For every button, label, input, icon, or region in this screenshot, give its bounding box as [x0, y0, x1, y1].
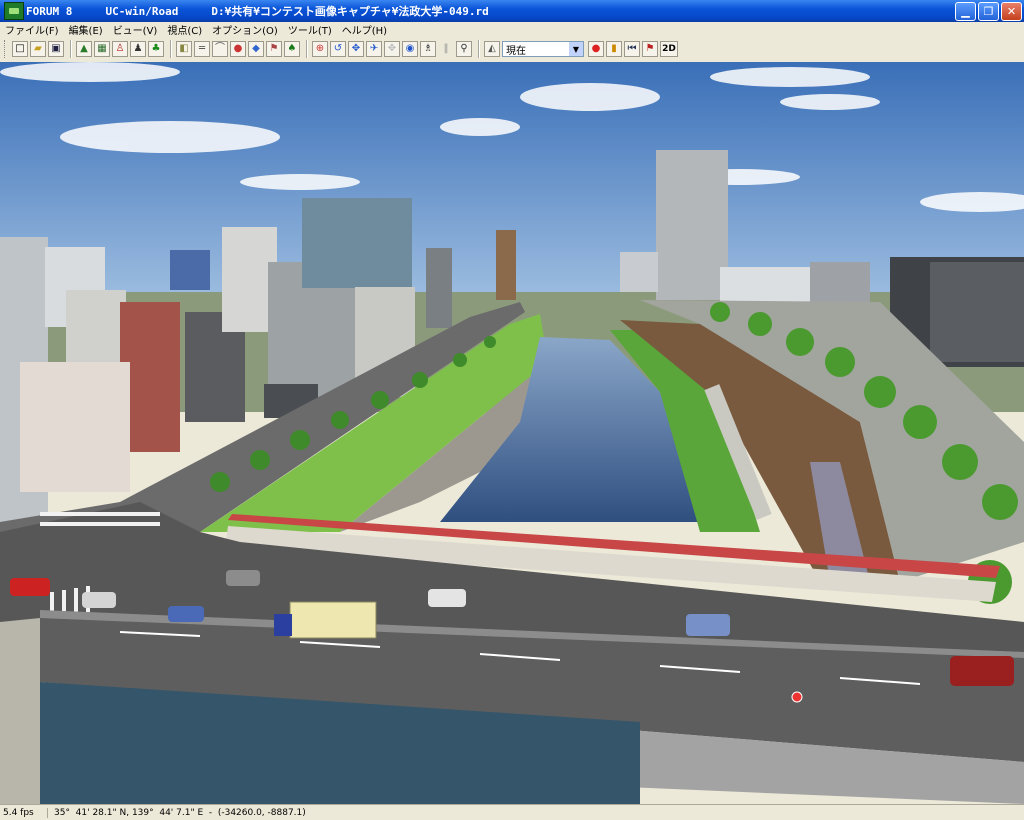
maximize-icon: ❐ — [983, 5, 994, 18]
minimize-button[interactable]: ▁ — [955, 2, 976, 21]
bike-icon[interactable]: ⚲ — [456, 41, 472, 57]
traffic-icon[interactable]: ◆ — [248, 41, 264, 57]
title-bar: FORUM 8 UC-win/Road D:¥共有¥コンテスト画像キャプチャ¥法… — [0, 0, 1024, 22]
toolbar: □ ▰ ▣ ▲ ▦ ♙ ♟ ♣ ◧ ═ ⌒ ● ◆ ⚑ ♠ ⊕ ↺ ✥ ✈ ✥ … — [0, 36, 1024, 63]
coordinate-readout: 35° 41' 28.1" N, 139° 44' 7.1" E - (-342… — [54, 807, 306, 818]
sign-icon[interactable]: ⚑ — [266, 41, 282, 57]
app-logo-icon — [4, 2, 24, 20]
chevron-down-icon[interactable]: ▼ — [569, 42, 583, 56]
bridge-icon[interactable]: ⌒ — [212, 41, 228, 57]
record-icon[interactable]: ● — [588, 41, 604, 57]
3d-viewport[interactable] — [0, 62, 1024, 804]
menu-file[interactable]: ファイル(F) — [2, 22, 66, 37]
tree-icon[interactable]: ♣ — [148, 41, 164, 57]
menu-viewpoint[interactable]: 視点(C) — [164, 22, 209, 37]
forest-icon[interactable]: ♠ — [284, 41, 300, 57]
menu-help[interactable]: ヘルプ(H) — [339, 22, 394, 37]
road-icon[interactable]: ═ — [194, 41, 210, 57]
car-icon[interactable]: ● — [230, 41, 246, 57]
menu-bar: ファイル(F) 編集(E) ビュー(V) 視点(C) オプション(O) ツール(… — [0, 22, 1024, 37]
menu-view[interactable]: ビュー(V) — [110, 22, 165, 37]
status-bar: 5.4 fps 35° 41' 28.1" N, 139° 44' 7.1" E… — [0, 804, 1024, 820]
view-mode-select[interactable]: 現在 ▼ — [502, 41, 584, 57]
toolbar-gripper[interactable] — [4, 40, 8, 58]
play-icon[interactable]: ▮ — [606, 41, 622, 57]
fps-readout: 5.4 fps — [0, 807, 48, 818]
disabled-icon[interactable]: ✥ — [384, 41, 400, 57]
terrain-icon[interactable]: ▲ — [76, 41, 92, 57]
close-button[interactable]: ✕ — [1001, 2, 1022, 21]
menu-options[interactable]: オプション(O) — [209, 22, 285, 37]
rewind-icon[interactable]: ⏮ — [624, 41, 640, 57]
pedestrian-icon[interactable]: ♗ — [420, 41, 436, 57]
rotate-icon[interactable]: ↺ — [330, 41, 346, 57]
minimize-icon: ▁ — [961, 5, 970, 18]
grid-icon[interactable]: ▦ — [94, 41, 110, 57]
globe-icon[interactable]: ◉ — [402, 41, 418, 57]
walk-icon[interactable]: ♟ — [130, 41, 146, 57]
new-file-icon[interactable]: □ — [12, 41, 28, 57]
menu-tools[interactable]: ツール(T) — [285, 22, 339, 37]
pause-icon[interactable]: ‖ — [438, 41, 454, 57]
flag-icon[interactable]: ⚑ — [642, 41, 658, 57]
move-icon[interactable]: ✥ — [348, 41, 364, 57]
fly-icon[interactable]: ✈ — [366, 41, 382, 57]
save-icon[interactable]: ▣ — [48, 41, 64, 57]
model-icon[interactable]: ◧ — [176, 41, 192, 57]
window-title: FORUM 8 UC-win/Road D:¥共有¥コンテスト画像キャプチャ¥法… — [26, 5, 489, 18]
navigate-icon[interactable]: ⊕ — [312, 41, 328, 57]
view-mode-value: 現在 — [506, 45, 526, 57]
maximize-button[interactable]: ❐ — [978, 2, 999, 21]
open-folder-icon[interactable]: ▰ — [30, 41, 46, 57]
camera-icon[interactable]: ◭ — [484, 41, 500, 57]
scene-render — [0, 62, 1024, 804]
close-icon: ✕ — [1006, 5, 1017, 18]
mode-2d-button[interactable]: 2D — [660, 41, 678, 57]
menu-edit[interactable]: 編集(E) — [66, 22, 110, 37]
person-icon[interactable]: ♙ — [112, 41, 128, 57]
